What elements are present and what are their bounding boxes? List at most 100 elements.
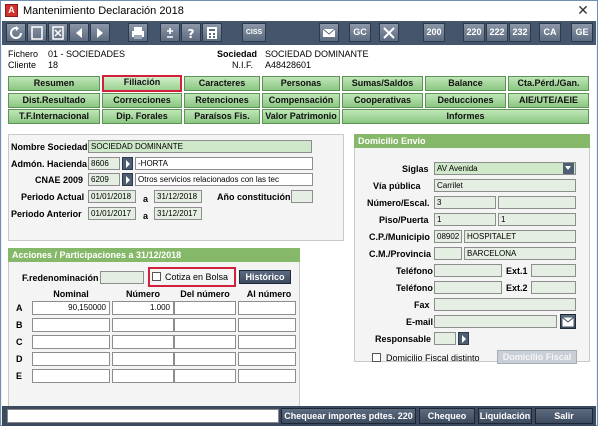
- del-numero-cell[interactable]: [174, 352, 236, 366]
- tab-resumen[interactable]: Resumen: [8, 76, 100, 91]
- periodo-anterior-from-field[interactable]: 01/01/2017: [88, 207, 136, 220]
- plus-minus-icon[interactable]: [160, 23, 180, 42]
- tab-dist-resultado[interactable]: Dist.Resultado: [8, 93, 100, 108]
- delete-icon[interactable]: [48, 23, 68, 42]
- piso-field[interactable]: 1: [434, 213, 496, 226]
- siglas-dropdown-icon[interactable]: [563, 163, 574, 174]
- tab-compensacion[interactable]: Compensación: [262, 93, 340, 108]
- numero-cell[interactable]: [112, 335, 174, 349]
- al-numero-cell[interactable]: [238, 352, 296, 366]
- ext1-field[interactable]: [531, 264, 576, 277]
- chequear-importes-button[interactable]: Chequear importes pdtes. 220: [281, 408, 416, 424]
- ext2-field[interactable]: [531, 281, 576, 294]
- telefono2-field[interactable]: [434, 281, 502, 294]
- email-field[interactable]: [434, 315, 557, 328]
- model-222-button[interactable]: 222: [486, 23, 508, 42]
- tab-valor-patrimonio[interactable]: Valor Patrimonio: [262, 109, 340, 124]
- tab-aie-ute-aeie[interactable]: AIE/UTE/AEIE: [508, 93, 589, 108]
- siglas-select[interactable]: AV Avenida: [434, 162, 576, 175]
- telefono1-field[interactable]: [434, 264, 502, 277]
- ge-button[interactable]: GE: [571, 23, 593, 42]
- col-al-numero: Al número: [246, 289, 292, 299]
- escalera-field[interactable]: [498, 196, 576, 209]
- admon-name-field: -HORTA: [135, 157, 313, 170]
- del-numero-cell[interactable]: [174, 318, 236, 332]
- al-numero-cell[interactable]: [238, 301, 296, 315]
- al-numero-cell[interactable]: [238, 318, 296, 332]
- periodo-actual-from-field[interactable]: 01/01/2018: [88, 190, 136, 203]
- numero-field[interactable]: 3: [434, 196, 496, 209]
- cm-field[interactable]: [434, 247, 462, 260]
- nominal-cell[interactable]: [32, 352, 110, 366]
- fax-field[interactable]: [434, 298, 576, 311]
- tab-paraisos-fis[interactable]: Paraísos Fis.: [184, 109, 260, 124]
- nominal-cell[interactable]: 90,150000: [32, 301, 110, 315]
- gc-button[interactable]: GC: [349, 23, 371, 42]
- al-numero-cell[interactable]: [238, 369, 296, 383]
- tab-filiacion[interactable]: Filiación: [102, 75, 182, 92]
- tab-correcciones[interactable]: Correcciones: [102, 93, 182, 108]
- prev-icon[interactable]: [69, 23, 89, 42]
- numero-cell[interactable]: [112, 318, 174, 332]
- historico-button[interactable]: Histórico: [239, 270, 291, 284]
- periodo-actual-to-field[interactable]: 31/12/2018: [154, 190, 202, 203]
- del-numero-cell[interactable]: [174, 335, 236, 349]
- cotiza-checkbox[interactable]: [152, 272, 161, 281]
- email-send-icon[interactable]: [560, 314, 576, 329]
- al-numero-cell[interactable]: [238, 335, 296, 349]
- provincia-field[interactable]: BARCELONA: [464, 247, 576, 260]
- cnae-code-field[interactable]: 6209: [88, 173, 120, 186]
- tab-dip-forales[interactable]: Dip. Forales: [102, 109, 182, 124]
- admon-lookup-icon[interactable]: [122, 157, 133, 170]
- salir-button[interactable]: Salir: [535, 408, 593, 424]
- tab-retenciones[interactable]: Retenciones: [184, 93, 260, 108]
- numero-cell[interactable]: 1.000: [112, 301, 174, 315]
- nominal-cell[interactable]: [32, 318, 110, 332]
- calculator-icon[interactable]: [202, 23, 222, 42]
- cp-field[interactable]: 08902: [434, 230, 462, 243]
- nominal-cell[interactable]: [32, 369, 110, 383]
- mail-icon[interactable]: [319, 23, 339, 42]
- help-icon[interactable]: ?: [181, 23, 201, 42]
- periodo-anterior-to-field[interactable]: 31/12/2017: [154, 207, 202, 220]
- chequeo-button[interactable]: Chequeo: [419, 408, 475, 424]
- via-publica-field[interactable]: Carrilet: [434, 179, 576, 192]
- del-numero-cell[interactable]: [174, 301, 236, 315]
- ano-constitucion-field[interactable]: [291, 190, 313, 203]
- f-redenominacion-field[interactable]: [100, 271, 144, 284]
- domicilio-fiscal-checkbox[interactable]: [372, 353, 381, 362]
- del-numero-cell[interactable]: [174, 369, 236, 383]
- print-icon[interactable]: [128, 23, 148, 42]
- domicilio-fiscal-button[interactable]: Domicilio Fiscal: [497, 350, 577, 364]
- blank-doc-icon[interactable]: [27, 23, 47, 42]
- tab-caracteres[interactable]: Caracteres: [184, 76, 260, 91]
- nombre-sociedad-field[interactable]: SOCIEDAD DOMINANTE: [88, 140, 312, 153]
- tab-personas[interactable]: Personas: [262, 76, 340, 91]
- model-220-button[interactable]: 220: [463, 23, 485, 42]
- next-icon[interactable]: [90, 23, 110, 42]
- numero-cell[interactable]: [112, 352, 174, 366]
- ciss-button[interactable]: CISS: [242, 23, 266, 42]
- tab-tf-internacional[interactable]: T.F.Internacional: [8, 109, 100, 124]
- tools-icon[interactable]: [379, 23, 399, 42]
- puerta-field[interactable]: 1: [498, 213, 576, 226]
- ca-button[interactable]: CA: [539, 23, 561, 42]
- model-200-button[interactable]: 200: [423, 23, 445, 42]
- tab-sumas-saldos[interactable]: Sumas/Saldos: [342, 76, 423, 91]
- municipio-field[interactable]: HOSPITALET: [464, 230, 576, 243]
- tab-deducciones[interactable]: Deducciones: [425, 93, 506, 108]
- tab-cooperativas[interactable]: Cooperativas: [342, 93, 423, 108]
- liquidacion-button[interactable]: Liquidación: [478, 408, 532, 424]
- tab-informes[interactable]: Informes: [342, 109, 589, 124]
- responsable-field[interactable]: [434, 332, 456, 345]
- responsable-lookup-icon[interactable]: [458, 332, 469, 345]
- refresh-icon[interactable]: [6, 23, 26, 42]
- tab-cta-perd-gan[interactable]: Cta.Pérd./Gan.: [508, 76, 589, 91]
- nominal-cell[interactable]: [32, 335, 110, 349]
- model-232-button[interactable]: 232: [509, 23, 531, 42]
- cnae-lookup-icon[interactable]: [122, 173, 133, 186]
- close-button[interactable]: ✕: [575, 2, 591, 18]
- numero-cell[interactable]: [112, 369, 174, 383]
- admon-code-field[interactable]: 8606: [88, 157, 120, 170]
- tab-balance[interactable]: Balance: [425, 76, 506, 91]
